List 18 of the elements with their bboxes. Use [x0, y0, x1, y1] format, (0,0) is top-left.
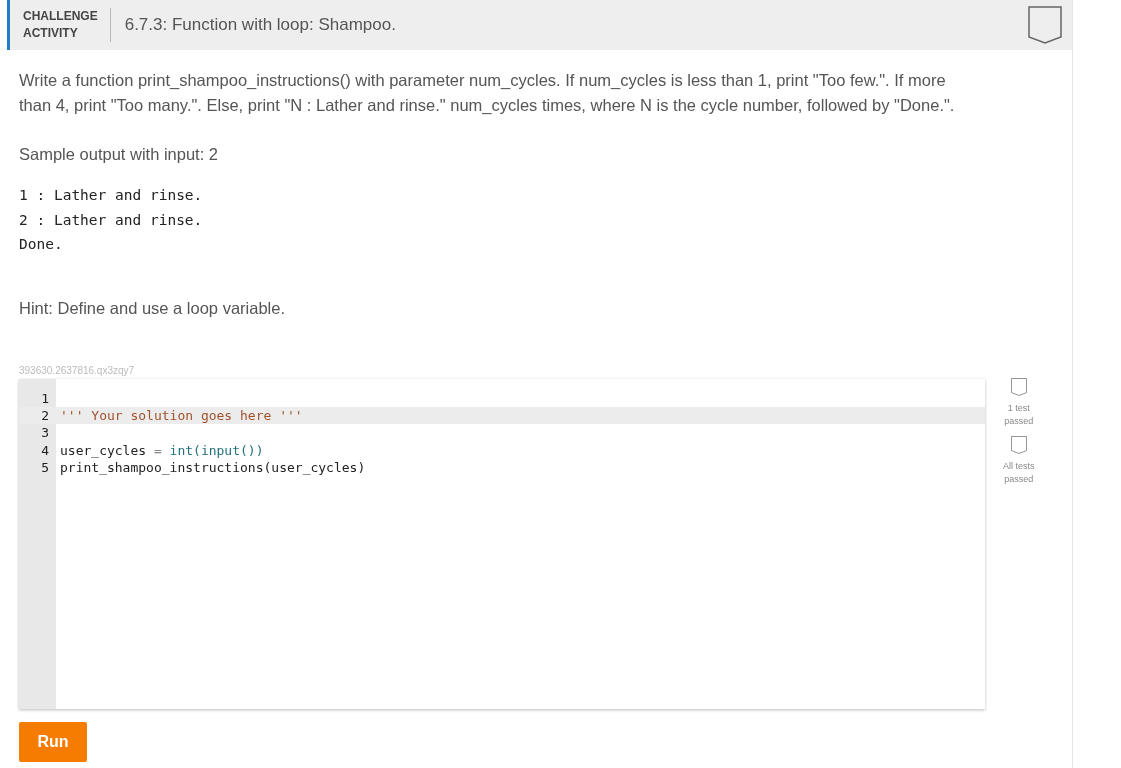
- line-number: 5: [40, 459, 50, 477]
- test-status-label: All tests passed: [1002, 459, 1036, 486]
- sample-output-label: Sample output with input: 2: [19, 145, 220, 164]
- line-number: 1: [40, 389, 50, 407]
- instructions-text: Write a function print_shampoo_instructions() with parameter num_cycles. If num_cycles is less than 1, print "Too few.". If more than 4, print "Too many.". Else, print "N : Lather and rinse." num_cycles times, where N is the cycle number, followed by "Done.".: [19, 70, 956, 116]
- line-number: 4: [40, 441, 50, 460]
- code-line: print_shampoo_instructions(user_cycles): [60, 459, 366, 477]
- sample-output: 1 : Lather and rinse. 2 : Lather and rinse. Done.: [19, 186, 204, 254]
- line-number: 3: [40, 424, 50, 442]
- activity-title: 6.7.3: Function with loop: Shampoo.: [123, 15, 397, 35]
- code-line: user_cycles = int(input()): [60, 441, 264, 460]
- line-number: 2: [40, 406, 50, 425]
- activity-id: 393630.2637816.qx3zqy7: [19, 364, 136, 376]
- code-line: ''' Your solution goes here ''': [60, 406, 303, 425]
- test-status-label: 1 test passed: [1003, 401, 1035, 428]
- activity-type-label: CHALLENGE ACTIVITY: [10, 8, 111, 42]
- code-editor[interactable]: 1 2 ''' Your solution goes here ''' 3 4 user_cycles = int(input()) 5 print_shampoo_instructions(user_cycles): [19, 378, 985, 709]
- hint-text: Hint: Define and use a loop variable.: [19, 298, 286, 318]
